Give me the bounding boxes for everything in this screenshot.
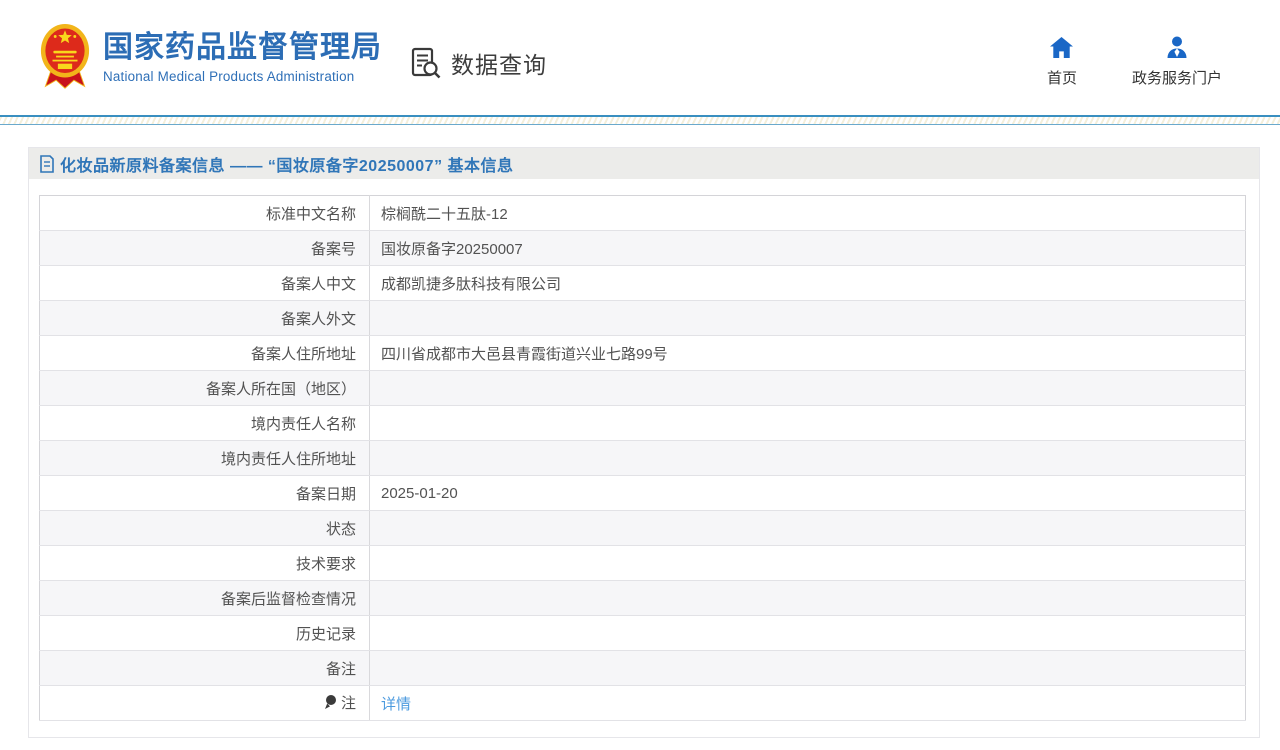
site-title-cn: 国家药品监督管理局 <box>103 30 382 66</box>
row-label: 境内责任人住所地址 <box>40 441 370 476</box>
top-nav: 首页 政务服务门户 <box>1034 36 1222 88</box>
panel-title-bar: 化妆品新原料备案信息 —— “国妆原备字20250007” 基本信息 <box>29 148 1259 179</box>
nav-home[interactable]: 首页 <box>1034 36 1090 88</box>
table-row: 标准中文名称棕榈酰二十五肽-12 <box>40 196 1246 231</box>
nav-portal[interactable]: 政务服务门户 <box>1132 36 1222 88</box>
header-divider <box>0 115 1280 125</box>
bulb-note-icon <box>324 694 337 714</box>
row-label: 备案日期 <box>40 476 370 511</box>
table-row: 备案人中文成都凯捷多肽科技有限公司 <box>40 266 1246 301</box>
row-label: 标准中文名称 <box>40 196 370 231</box>
table-row: 备注 <box>40 651 1246 686</box>
row-value: 2025-01-20 <box>370 476 1246 511</box>
site-title-en: National Medical Products Administration <box>103 69 382 84</box>
row-value <box>370 406 1246 441</box>
table-row: 备案人外文 <box>40 301 1246 336</box>
row-label: 备注 <box>40 651 370 686</box>
row-value <box>370 581 1246 616</box>
row-label: 备案人中文 <box>40 266 370 301</box>
row-value <box>370 616 1246 651</box>
logo-text: 国家药品监督管理局 National Medical Products Admi… <box>103 30 382 84</box>
document-icon <box>39 155 55 173</box>
site-logo[interactable]: 国家药品监督管理局 National Medical Products Admi… <box>38 24 382 90</box>
data-query-label: 数据查询 <box>451 46 547 80</box>
row-value <box>370 651 1246 686</box>
row-value <box>370 301 1246 336</box>
row-label: 备案后监督检查情况 <box>40 581 370 616</box>
home-icon <box>1049 36 1074 59</box>
row-value: 棕榈酰二十五肽-12 <box>370 196 1246 231</box>
document-search-icon <box>410 47 442 80</box>
table-row: 备案号国妆原备字20250007 <box>40 231 1246 266</box>
row-label: 注 <box>40 686 370 721</box>
nav-data-query[interactable]: 数据查询 <box>410 45 547 81</box>
user-icon <box>1165 36 1189 59</box>
nav-home-label: 首页 <box>1047 67 1077 88</box>
table-row: 备案日期2025-01-20 <box>40 476 1246 511</box>
row-value <box>370 511 1246 546</box>
table-row: 状态 <box>40 511 1246 546</box>
main-content: 化妆品新原料备案信息 —— “国妆原备字20250007” 基本信息 标准中文名… <box>0 147 1280 738</box>
row-value: 国妆原备字20250007 <box>370 231 1246 266</box>
row-label: 备案人住所地址 <box>40 336 370 371</box>
table-row: 境内责任人住所地址 <box>40 441 1246 476</box>
site-header: 国家药品监督管理局 National Medical Products Admi… <box>0 0 1280 115</box>
table-row: 备案人住所地址四川省成都市大邑县青霞街道兴业七路99号 <box>40 336 1246 371</box>
row-label: 历史记录 <box>40 616 370 651</box>
row-label: 境内责任人名称 <box>40 406 370 441</box>
row-label: 备案人外文 <box>40 301 370 336</box>
row-value: 详情 <box>370 686 1246 721</box>
row-label: 备案号 <box>40 231 370 266</box>
table-row: 备案人所在国（地区） <box>40 371 1246 406</box>
nav-portal-label: 政务服务门户 <box>1132 67 1222 88</box>
row-value <box>370 371 1246 406</box>
info-panel: 化妆品新原料备案信息 —— “国妆原备字20250007” 基本信息 标准中文名… <box>28 147 1260 738</box>
row-value: 成都凯捷多肽科技有限公司 <box>370 266 1246 301</box>
china-national-emblem-icon <box>38 24 92 90</box>
row-label: 备案人所在国（地区） <box>40 371 370 406</box>
row-value: 四川省成都市大邑县青霞街道兴业七路99号 <box>370 336 1246 371</box>
row-label: 技术要求 <box>40 546 370 581</box>
table-row: 境内责任人名称 <box>40 406 1246 441</box>
detail-link[interactable]: 详情 <box>381 696 411 713</box>
row-value <box>370 546 1246 581</box>
table-row: 注详情 <box>40 686 1246 721</box>
row-value <box>370 441 1246 476</box>
info-table: 标准中文名称棕榈酰二十五肽-12备案号国妆原备字20250007备案人中文成都凯… <box>39 195 1246 721</box>
table-row: 历史记录 <box>40 616 1246 651</box>
row-label: 状态 <box>40 511 370 546</box>
page-title: 化妆品新原料备案信息 —— “国妆原备字20250007” 基本信息 <box>60 152 514 176</box>
table-row: 备案后监督检查情况 <box>40 581 1246 616</box>
table-row: 技术要求 <box>40 546 1246 581</box>
